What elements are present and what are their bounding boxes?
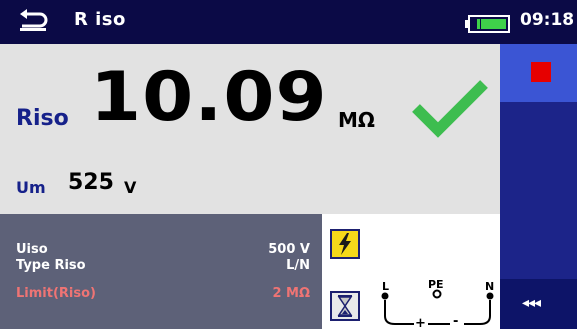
title-bar: R iso 09:18 — [0, 0, 577, 44]
sub-result-label: Um — [16, 178, 46, 197]
param-label: Type Riso — [16, 258, 86, 273]
page-title: R iso — [74, 9, 126, 30]
terminal-label-n: N — [485, 280, 495, 293]
result-value: 10.09 — [90, 58, 328, 137]
high-voltage-warning-icon — [330, 229, 360, 259]
polarity-minus: - — [453, 314, 459, 329]
back-arrows-icon[interactable]: ◂◂◂ — [522, 295, 541, 311]
param-row-uiso[interactable]: Uiso 500 V — [16, 242, 314, 257]
param-label: Limit(Riso) — [16, 286, 96, 301]
parameters-panel[interactable]: Uiso 500 V Type Riso L/N Limit(Riso) 2 M… — [0, 214, 322, 329]
param-label: Uiso — [16, 242, 48, 257]
result-label: Riso — [16, 106, 69, 131]
param-value: 2 MΩ — [272, 286, 310, 301]
param-value: 500 V — [268, 242, 310, 257]
terminal-label-pe: PE — [428, 278, 444, 291]
terminal-label-l: L — [382, 280, 390, 293]
stop-icon[interactable] — [531, 62, 551, 82]
back-arrow-icon[interactable] — [16, 6, 50, 36]
param-value: L/N — [286, 258, 310, 273]
sub-result-unit: V — [124, 178, 137, 197]
check-icon — [412, 80, 488, 138]
battery-icon — [465, 15, 510, 33]
result-unit: MΩ — [338, 108, 375, 132]
clock: 09:18 — [520, 10, 575, 30]
param-row-type-riso[interactable]: Type Riso L/N — [16, 258, 314, 273]
sub-result-value: 525 — [68, 170, 114, 195]
param-row-limit[interactable]: Limit(Riso) 2 MΩ — [16, 286, 314, 301]
hourglass-icon — [330, 291, 360, 321]
